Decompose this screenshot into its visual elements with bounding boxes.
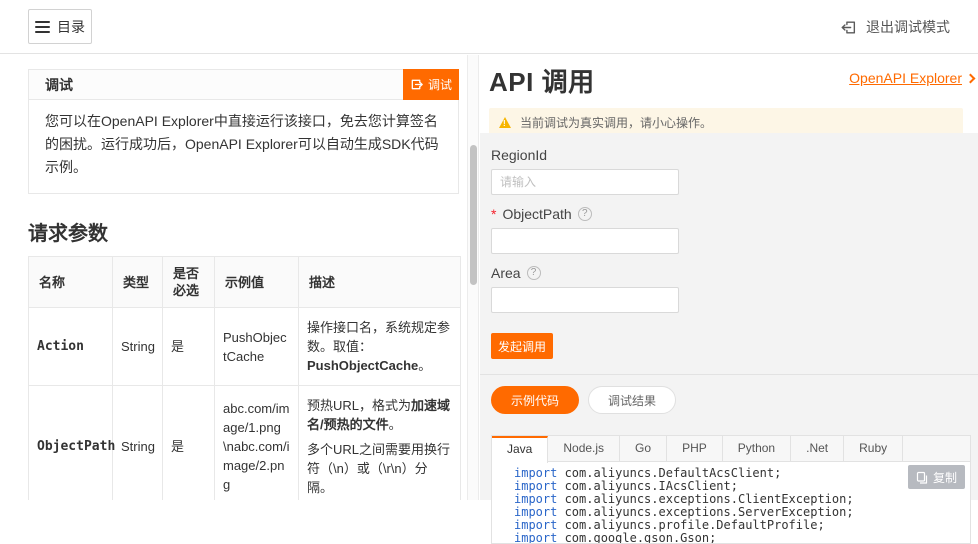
params-table: 名称类型是否必选示例值描述 ActionString是PushObjectCac… — [28, 256, 461, 500]
code-line: import com.google.gson.Gson; — [514, 532, 970, 543]
lang-tab-nodejs[interactable]: Node.js — [548, 436, 620, 462]
openapi-explorer-link-label: OpenAPI Explorer — [849, 70, 962, 86]
param-description: 操作接口名，系统规定参数。取值：PushObjectCache。 — [299, 308, 461, 386]
api-call-panel: API 调用 OpenAPI Explorer 当前调试为真实调用，请小心操作。… — [480, 55, 978, 500]
param-required: 是 — [163, 386, 215, 501]
lang-tab-go[interactable]: Go — [620, 436, 667, 462]
field-label-row: RegionId — [491, 145, 963, 164]
desc-paragraph: 操作接口名，系统规定参数。取值：PushObjectCache。 — [307, 318, 452, 375]
column-header: 是否必选 — [163, 257, 215, 308]
params-table-header-row: 名称类型是否必选示例值描述 — [29, 257, 461, 308]
desc-paragraph: 多个URL之间需要用换行符（\n）或（\r\n）分隔。 — [307, 440, 452, 497]
desc-paragraph: 预热URL，格式为加速域名/预热的文件。 — [307, 396, 452, 434]
api-call-header: API 调用 OpenAPI Explorer 当前调试为真实调用，请小心操作。 — [480, 55, 978, 133]
form-field-regionid: RegionId — [491, 145, 963, 195]
form-field-objectpath: * ObjectPath? — [491, 204, 963, 254]
api-call-title: API 调用 — [489, 67, 595, 97]
panel-divider — [467, 55, 479, 500]
openapi-explorer-link[interactable]: OpenAPI Explorer — [849, 70, 974, 86]
debug-button-label: 调试 — [428, 76, 452, 93]
desc-text: 预热URL，格式为加速域名/预热的文件。 — [307, 398, 450, 432]
column-header: 描述 — [299, 257, 461, 308]
param-row: ActionString是PushObjectCache操作接口名，系统规定参数… — [29, 308, 461, 386]
lang-tab-ruby[interactable]: Ruby — [844, 436, 903, 462]
param-type: String — [113, 386, 163, 501]
param-description: 预热URL，格式为加速域名/预热的文件。多个URL之间需要用换行符（\n）或（\… — [299, 386, 461, 501]
column-header: 类型 — [113, 257, 163, 308]
column-header: 示例值 — [215, 257, 299, 308]
param-required: 是 — [163, 308, 215, 386]
column-header: 名称 — [29, 257, 113, 308]
copy-button[interactable]: 复制 — [908, 465, 965, 489]
api-call-body: RegionId*ObjectPath?Area? 发起调用 示例代码调试结果 … — [480, 133, 978, 500]
required-star: * — [491, 206, 496, 222]
section-divider — [480, 374, 978, 375]
param-example: PushObjectCache — [215, 308, 299, 386]
field-label: ObjectPath — [502, 206, 571, 222]
form-field-area: Area? — [491, 263, 963, 313]
code-area: import com.aliyuncs.DefaultAcsClient;imp… — [492, 462, 970, 543]
area-input[interactable] — [491, 287, 679, 313]
field-label: Area — [491, 265, 521, 281]
toc-menu-button[interactable]: 目录 — [28, 9, 92, 44]
objectpath-input[interactable] — [491, 228, 679, 254]
result-tab[interactable]: 调试结果 — [588, 386, 676, 414]
field-label-row: * ObjectPath? — [491, 204, 963, 223]
warning-icon — [499, 117, 511, 128]
debug-button[interactable]: 调试 — [403, 69, 459, 100]
regionid-input[interactable] — [491, 169, 679, 195]
warning-banner: 当前调试为真实调用，请小心操作。 — [489, 108, 963, 136]
language-tabbar: JavaNode.jsGoPHPPython.NetRuby — [492, 436, 970, 462]
debug-run-icon — [410, 78, 423, 91]
desc-text: 多个URL之间需要用换行符（\n）或（\r\n）分隔。 — [307, 442, 450, 495]
request-params-heading: 请求参数 — [28, 217, 467, 246]
lang-tab-net[interactable]: .Net — [791, 436, 844, 462]
debug-card: 调试 调试 您可以在OpenAPI Explorer中直接运行该接口，免去您计算… — [28, 69, 459, 194]
exit-debug-mode-button[interactable]: 退出调试模式 — [840, 0, 950, 54]
exit-icon — [840, 19, 857, 36]
scrollbar-thumb[interactable] — [470, 145, 477, 285]
doc-panel: 调试 调试 您可以在OpenAPI Explorer中直接运行该接口，免去您计算… — [0, 55, 467, 500]
result-tabs: 示例代码调试结果 — [491, 386, 963, 414]
desc-text: 操作接口名，系统规定参数。取值：PushObjectCache。 — [307, 320, 450, 373]
param-example: abc.com/image/1.png\nabc.com/image/2.png — [215, 386, 299, 501]
copy-button-label: 复制 — [933, 469, 957, 486]
toc-menu-label: 目录 — [57, 17, 85, 37]
result-tab[interactable]: 示例代码 — [491, 386, 579, 414]
debug-card-title: 调试 — [29, 70, 458, 100]
field-label-row: Area? — [491, 263, 963, 282]
lang-tab-python[interactable]: Python — [723, 436, 791, 462]
top-bar: 目录 退出调试模式 — [0, 0, 978, 54]
param-name: ObjectPath — [29, 386, 113, 501]
hamburger-icon — [35, 21, 50, 33]
lang-tab-php[interactable]: PHP — [667, 436, 723, 462]
warning-text: 当前调试为真实调用，请小心操作。 — [520, 114, 712, 131]
api-call-form: RegionId*ObjectPath?Area? — [491, 145, 963, 313]
param-type: String — [113, 308, 163, 386]
field-label: RegionId — [491, 147, 547, 163]
param-row: ObjectPathString是abc.com/image/1.png\nab… — [29, 386, 461, 501]
chevron-right-icon — [966, 74, 976, 84]
code-card: JavaNode.jsGoPHPPython.NetRuby import co… — [491, 435, 971, 544]
invoke-button[interactable]: 发起调用 — [491, 333, 553, 359]
debug-card-description: 您可以在OpenAPI Explorer中直接运行该接口，免去您计算签名的困扰。… — [29, 100, 458, 193]
help-icon[interactable]: ? — [578, 207, 592, 221]
exit-debug-label: 退出调试模式 — [866, 17, 950, 37]
copy-icon — [916, 471, 928, 484]
help-icon[interactable]: ? — [527, 266, 541, 280]
param-name: Action — [29, 308, 113, 386]
lang-tab-java[interactable]: Java — [492, 436, 548, 463]
